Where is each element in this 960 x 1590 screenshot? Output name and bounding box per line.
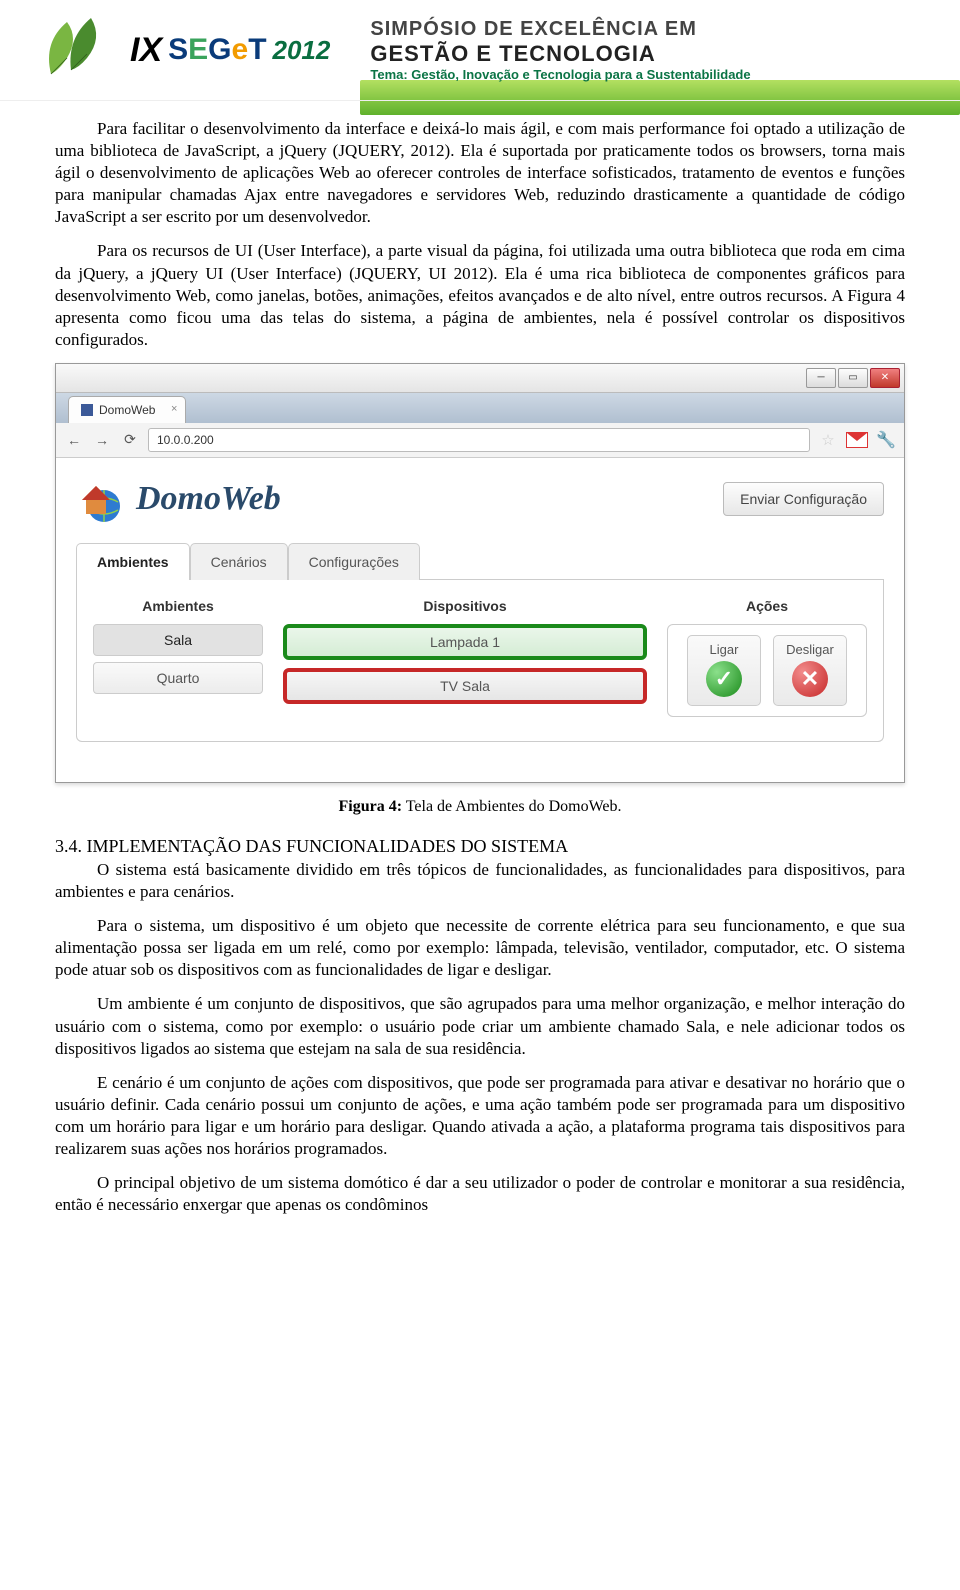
conference-header: IX SEGeT 2012 SIMPÓSIO DE EXCELÊNCIA EM …: [0, 0, 960, 101]
back-icon[interactable]: ←: [64, 430, 84, 450]
column-header-ambientes: Ambientes: [93, 598, 263, 614]
conference-theme: Tema: Gestão, Inovação e Tecnologia para…: [370, 67, 750, 82]
leaf-icon: [30, 10, 120, 90]
tab-configuracoes[interactable]: Configurações: [288, 543, 420, 580]
desligar-label: Desligar: [774, 642, 846, 657]
gmail-icon[interactable]: [846, 432, 868, 448]
url-text: 10.0.0.200: [157, 433, 214, 447]
app-header: DomoWeb Enviar Configuração: [76, 474, 884, 524]
app-tabs: Ambientes Cenários Configurações: [76, 542, 884, 580]
logo-seget: SEGeT: [168, 33, 266, 67]
tab-ambientes[interactable]: Ambientes: [76, 543, 190, 580]
conference-title-line2: GESTÃO E TECNOLOGIA: [370, 41, 750, 67]
device-lampada-1[interactable]: Lampada 1: [283, 624, 647, 660]
column-header-acoes: Ações: [667, 598, 867, 614]
app-panel: Ambientes Sala Quarto Dispositivos Lampa…: [76, 580, 884, 742]
paragraph-4: Para o sistema, um dispositivo é um obje…: [55, 915, 905, 981]
ambiente-quarto[interactable]: Quarto: [93, 662, 263, 694]
browser-tabbar: DomoWeb ×: [56, 393, 904, 423]
ligar-button[interactable]: Ligar ✓: [687, 635, 761, 706]
house-globe-icon: [76, 474, 126, 524]
columns-row: Ambientes Sala Quarto Dispositivos Lampa…: [93, 598, 867, 717]
logo-ix: IX: [130, 31, 162, 70]
conference-title-block: SIMPÓSIO DE EXCELÊNCIA EM GESTÃO E TECNO…: [370, 18, 750, 82]
send-config-button[interactable]: Enviar Configuração: [723, 482, 884, 516]
paragraph-5: Um ambiente é um conjunto de dispositivo…: [55, 993, 905, 1059]
app-logo: DomoWeb: [76, 474, 281, 524]
ambiente-sala[interactable]: Sala: [93, 624, 263, 656]
page-content: Para facilitar o desenvolvimento da inte…: [0, 101, 960, 1258]
column-acoes: Ações Ligar ✓ Desligar ✕: [667, 598, 867, 717]
paragraph-1: Para facilitar o desenvolvimento da inte…: [55, 118, 905, 228]
tab-cenarios[interactable]: Cenários: [190, 543, 288, 580]
column-header-dispositivos: Dispositivos: [283, 598, 647, 614]
figure-4-caption: Figura 4: Tela de Ambientes do DomoWeb.: [55, 798, 905, 816]
paragraph-7: O principal objetivo de um sistema domót…: [55, 1172, 905, 1216]
conference-title-line1: SIMPÓSIO DE EXCELÊNCIA EM: [370, 18, 750, 41]
desligar-button[interactable]: Desligar ✕: [773, 635, 847, 706]
conference-logo: IX SEGeT 2012: [130, 31, 330, 70]
column-dispositivos: Dispositivos Lampada 1 TV Sala: [283, 598, 647, 717]
window-maximize-button[interactable]: ▭: [838, 368, 868, 388]
forward-icon[interactable]: →: [92, 430, 112, 450]
actions-group: Ligar ✓ Desligar ✕: [667, 624, 867, 717]
browser-tab-title: DomoWeb: [99, 403, 155, 417]
figure-caption-text: Tela de Ambientes do DomoWeb.: [402, 798, 621, 815]
paragraph-3: O sistema está basicamente dividido em t…: [55, 859, 905, 903]
window-close-button[interactable]: ✕: [870, 368, 900, 388]
cross-icon: ✕: [792, 661, 828, 697]
favicon-icon: [81, 404, 93, 416]
url-input[interactable]: 10.0.0.200: [148, 428, 810, 452]
window-titlebar: ─ ▭ ✕: [56, 364, 904, 393]
browser-window: ─ ▭ ✕ DomoWeb × ← → ⟳ 10.0.0.200 ☆ 🔧: [55, 363, 905, 783]
paragraph-6: E cenário é um conjunto de ações com dis…: [55, 1072, 905, 1160]
tab-close-icon[interactable]: ×: [171, 403, 177, 415]
column-ambientes: Ambientes Sala Quarto: [93, 598, 263, 717]
settings-wrench-icon[interactable]: 🔧: [876, 430, 896, 450]
section-3-4-title: 3.4. IMPLEMENTAÇÃO DAS FUNCIONALIDADES D…: [55, 836, 905, 857]
paragraph-2: Para os recursos de UI (User Interface),…: [55, 240, 905, 350]
bookmark-star-icon[interactable]: ☆: [818, 430, 838, 450]
domoweb-app: DomoWeb Enviar Configuração Ambientes Ce…: [56, 458, 904, 782]
check-icon: ✓: [706, 661, 742, 697]
figure-caption-bold: Figura 4:: [338, 798, 402, 815]
device-tv-sala[interactable]: TV Sala: [283, 668, 647, 704]
reload-icon[interactable]: ⟳: [120, 430, 140, 450]
window-minimize-button[interactable]: ─: [806, 368, 836, 388]
app-name: DomoWeb: [136, 480, 281, 518]
ligar-label: Ligar: [688, 642, 760, 657]
logo-year: 2012: [273, 35, 331, 66]
browser-address-bar: ← → ⟳ 10.0.0.200 ☆ 🔧: [56, 423, 904, 458]
browser-tab[interactable]: DomoWeb ×: [68, 396, 186, 423]
